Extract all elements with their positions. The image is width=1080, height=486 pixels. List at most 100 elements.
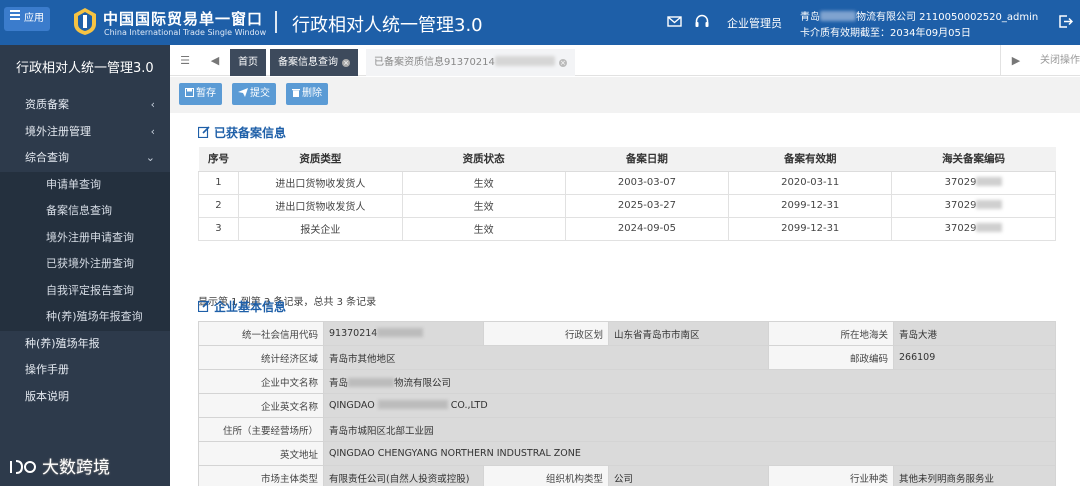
- credit-code-field[interactable]: 91370214: [323, 321, 484, 346]
- cell-date: 2025-03-27: [564, 193, 730, 218]
- name-cn-suffix: 物流有限公司: [394, 377, 452, 389]
- info-row: 统计经济区域 青岛市其他地区 邮政编码 266109: [198, 345, 1056, 370]
- sidebar-item-label: 境外注册管理: [25, 124, 91, 138]
- cell-no: 1: [198, 170, 239, 195]
- name-en-suffix: CO.,LTD: [450, 400, 488, 411]
- button-label: 暂存: [196, 88, 216, 99]
- postcode-field[interactable]: 266109: [893, 345, 1056, 370]
- close-icon[interactable]: ×: [558, 59, 567, 67]
- econ-region-field[interactable]: 青岛市其他地区: [323, 345, 769, 370]
- watermark-icon: [10, 460, 36, 474]
- info-row: 住所（主要经营场所） 青岛市城阳区北部工业园: [198, 417, 1056, 442]
- cell-type: 进出口货物收发货人: [237, 170, 403, 195]
- tab-current-record[interactable]: 已备案资质信息91370214 ×: [366, 49, 575, 76]
- watermark-logo: 大数跨境: [8, 453, 110, 478]
- cell-type: 报关企业: [237, 216, 403, 241]
- column-header: 备案有效期: [728, 147, 892, 172]
- mail-icon[interactable]: [667, 14, 682, 29]
- name-cn-field[interactable]: 青岛 物流有限公司: [323, 369, 1056, 394]
- tab-scroll-left-icon[interactable]: ◀: [200, 45, 230, 76]
- cell-valid: 2099-12-31: [728, 193, 893, 218]
- trash-icon: [292, 89, 300, 97]
- sidebar-toggle-icon[interactable]: ☰: [170, 45, 200, 76]
- info-row: 英文地址 QINGDAO CHENGYANG NORTHERN INDUSTRA…: [198, 441, 1056, 466]
- cell-valid: 2020-03-11: [728, 170, 893, 195]
- table-header-row: 序号 资质类型 资质状态 备案日期 备案有效期 海关备案编码: [198, 147, 1056, 172]
- org-type-field[interactable]: 公司: [608, 465, 769, 486]
- sidebar-subitem-record-query[interactable]: 备案信息查询: [0, 198, 170, 225]
- info-row: 企业中文名称 青岛 物流有限公司: [198, 369, 1056, 394]
- column-header: 资质类型: [238, 147, 403, 172]
- button-label: 删除: [302, 88, 322, 99]
- sidebar-item-comprehensive-query[interactable]: 综合查询 ⌄: [0, 145, 170, 172]
- address-en-field[interactable]: QINGDAO CHENGYANG NORTHERN INDUSTRAL ZON…: [323, 441, 1056, 466]
- info-row: 统一社会信用代码 91370214 行政区划 山东省青岛市市南区 所在地海关 青…: [198, 321, 1056, 346]
- cell-type: 进出口货物收发货人: [237, 193, 403, 218]
- region-field[interactable]: 山东省青岛市市南区: [608, 321, 769, 346]
- sidebar-item-qualification-record[interactable]: 资质备案 ‹: [0, 92, 170, 119]
- sidebar-subitem-farm-annual-report-query[interactable]: 种(养)殖场年报查询: [0, 304, 170, 331]
- table-row[interactable]: 3 报关企业 生效 2024-09-05 2099-12-31 37029: [198, 216, 1056, 241]
- sidebar-item-farm-annual-report[interactable]: 种(养)殖场年报: [0, 331, 170, 358]
- sidebar-item-overseas-registration[interactable]: 境外注册管理 ‹: [0, 119, 170, 146]
- chevron-down-icon: ⌄: [145, 151, 155, 164]
- app-menu-button[interactable]: 应用: [4, 7, 50, 31]
- close-icon[interactable]: ×: [342, 59, 350, 67]
- cell-no: 3: [198, 216, 239, 241]
- column-header: 备案日期: [565, 147, 729, 172]
- tab-home[interactable]: 首页: [230, 49, 266, 76]
- top-header: 应用 中国国际贸易单一窗口 China International Trade …: [0, 0, 1080, 45]
- credit-code-value: 91370214: [329, 328, 378, 339]
- header-divider: [275, 11, 277, 33]
- tab-scroll-right-icon[interactable]: ▶: [1001, 45, 1031, 76]
- logout-icon[interactable]: [1058, 14, 1073, 29]
- econ-region-label: 统计经济区域: [198, 345, 324, 370]
- org-type-label: 组织机构类型: [483, 465, 609, 486]
- sidebar-item-label: 资质备案: [25, 98, 69, 111]
- logo-english-name: China International Trade Single Window: [104, 28, 267, 37]
- records-section-title: 已获备案信息: [198, 124, 286, 141]
- table-row[interactable]: 1 进出口货物收发货人 生效 2003-03-07 2020-03-11 370…: [198, 170, 1056, 195]
- cell-status: 生效: [401, 216, 566, 241]
- customs-field[interactable]: 青岛大港: [893, 321, 1056, 346]
- region-label: 行政区划: [483, 321, 609, 346]
- address-field[interactable]: 青岛市城阳区北部工业园: [323, 417, 1056, 442]
- tab-record-query[interactable]: 备案信息查询 ×: [270, 49, 358, 76]
- sidebar-item-version-notes[interactable]: 版本说明: [0, 384, 170, 411]
- entity-type-field[interactable]: 有限责任公司(自然人投资或控股): [323, 465, 484, 486]
- table-row[interactable]: 2 进出口货物收发货人 生效 2025-03-27 2099-12-31 370…: [198, 193, 1056, 218]
- industry-label: 行业种类: [768, 465, 894, 486]
- sidebar-item-manual[interactable]: 操作手册: [0, 357, 170, 384]
- save-draft-button[interactable]: 暂存: [179, 83, 222, 105]
- close-operations-button[interactable]: 关闭操作: [1040, 45, 1080, 76]
- chevron-left-icon: ‹: [150, 98, 155, 111]
- cell-valid: 2099-12-31: [728, 216, 893, 241]
- cell-status: 生效: [401, 170, 566, 195]
- sidebar-subitem-obtained-registration-query[interactable]: 已获境外注册查询: [0, 251, 170, 278]
- name-en-field[interactable]: QINGDAO CO.,LTD: [323, 393, 1056, 418]
- content-panel: 已获备案信息 序号 资质类型 资质状态 备案日期 备案有效期 海关备案编码 1 …: [170, 113, 1080, 486]
- sidebar-subitem-self-assessment-query[interactable]: 自我评定报告查询: [0, 278, 170, 305]
- headset-icon[interactable]: [694, 13, 710, 29]
- app-title: 行政相对人统一管理3.0: [292, 15, 483, 36]
- menu-icon: [10, 8, 20, 22]
- delete-button[interactable]: 删除: [286, 83, 328, 105]
- submit-button[interactable]: 提交: [232, 83, 276, 105]
- name-cn-prefix: 青岛: [329, 377, 349, 389]
- customs-label: 所在地海关: [768, 321, 894, 346]
- redacted-text: [377, 400, 448, 409]
- user-company[interactable]: 青岛 物流有限公司 2110050002520_admin: [800, 8, 1038, 23]
- code-prefix: 37029: [944, 177, 977, 188]
- industry-field[interactable]: 其他未列明商务服务业: [893, 465, 1056, 486]
- user-role: 企业管理员: [727, 17, 782, 30]
- cell-status: 生效: [401, 193, 566, 218]
- redacted-text: [494, 56, 555, 66]
- chevron-left-icon: ‹: [150, 124, 155, 138]
- redacted-text: [377, 328, 424, 337]
- section-title-text: 企业基本信息: [214, 300, 287, 314]
- column-header: 序号: [198, 147, 239, 172]
- postcode-label: 邮政编码: [768, 345, 894, 370]
- sidebar-subitem-overseas-application-query[interactable]: 境外注册申请查询: [0, 225, 170, 252]
- sidebar-subitem-application-query[interactable]: 申请单查询: [0, 172, 170, 199]
- credit-code-label: 统一社会信用代码: [198, 321, 324, 346]
